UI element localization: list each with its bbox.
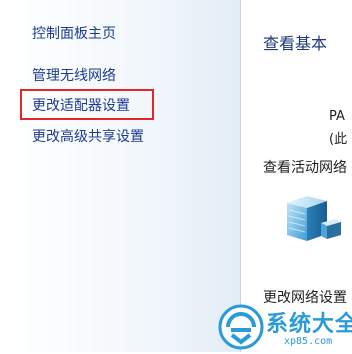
left-navigation-pane: 控制面板主页 管理无线网络 更改适配器设置 更改高级共享设置 <box>0 0 240 352</box>
highlight-box <box>20 89 154 120</box>
change-advanced-sharing-settings-link[interactable]: 更改高级共享设置 <box>32 128 144 146</box>
page-title: 查看基本 <box>263 34 328 53</box>
watermark-logo-icon <box>218 304 264 350</box>
network-building-icon <box>283 193 343 245</box>
active-networks-heading: 查看活动网络 <box>263 160 347 176</box>
network-subtitle: (此 <box>329 132 348 147</box>
site-watermark: 系统大全 xp85.com <box>218 302 352 352</box>
manage-wireless-networks-link[interactable]: 管理无线网络 <box>32 67 116 85</box>
main-content-pane: 查看基本 PA (此 查看活动网络 更改网络设置 <box>241 0 352 352</box>
watermark-text: 系统大全 <box>266 312 352 337</box>
watermark-url: xp85.com <box>284 336 333 347</box>
control-panel-home-link[interactable]: 控制面板主页 <box>32 25 116 43</box>
network-name: PA <box>329 109 345 124</box>
